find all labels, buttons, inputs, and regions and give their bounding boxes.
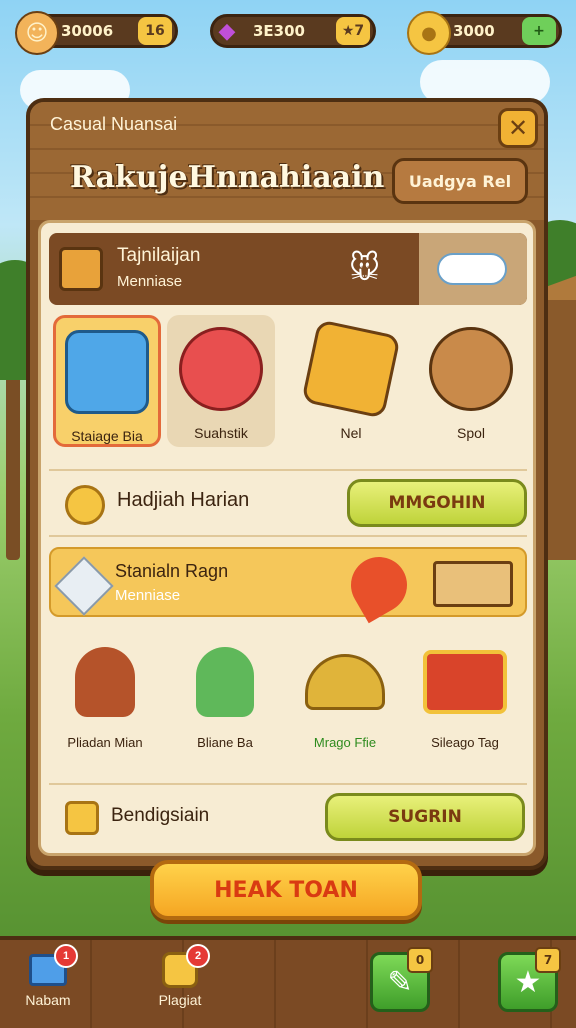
mouse-icon: 🐭: [349, 251, 381, 286]
rocket-icon: [340, 546, 418, 624]
reward-label: Pliadan Mian: [67, 735, 143, 750]
add-coins-button[interactable]: +: [522, 17, 556, 45]
home-icon: 1: [24, 944, 78, 992]
shop-item[interactable]: Nel: [297, 315, 405, 447]
banner-side: [419, 233, 527, 305]
daily-label: Hadjiah Harian: [117, 489, 250, 511]
cloud-icon: [437, 253, 507, 285]
gem-icon: ◆: [218, 18, 236, 44]
resource-avatar[interactable]: ☺ 30006 16: [15, 11, 178, 55]
favorite-button[interactable]: ★ 7: [498, 947, 561, 1012]
star-badge-icon: [54, 556, 114, 616]
resource-bar: ☺ 30006 16 ◆ 3E300 ★ 7 ● 3000 +: [0, 0, 576, 64]
reward-label: Sileago Tag: [431, 735, 499, 750]
gold-pile-icon: [302, 639, 388, 725]
reward-item[interactable]: Bliane Ba: [169, 633, 281, 773]
crate-icon: [433, 561, 513, 607]
item-label: Staiage Bia: [71, 428, 143, 444]
badge-value: 7: [354, 23, 365, 39]
item-label: Suahstik: [194, 425, 248, 441]
panel-title: RakujeHnnahiaain: [70, 160, 385, 195]
reward-item[interactable]: Mrago Ffie: [289, 633, 401, 773]
reward-item[interactable]: Sileago Tag: [409, 633, 521, 773]
button-badge: 7: [535, 947, 561, 973]
ticket-icon: [65, 801, 99, 835]
daily-claim-button[interactable]: MMGOHIN: [347, 479, 527, 527]
panel-subtitle: Casual Nuansai: [50, 114, 178, 134]
daily-row: Hadjiah Harian MMGOHIN: [49, 469, 527, 537]
button-badge: 0: [407, 947, 433, 973]
header-button[interactable]: Uadgya Rel: [392, 158, 528, 204]
banner-subtitle: Menniase: [115, 587, 181, 604]
resource-gems[interactable]: ◆ 3E300 ★ 7: [210, 14, 376, 48]
close-icon: ✕: [507, 114, 529, 142]
monkey-icon: [429, 327, 513, 411]
event-panel: Casual Nuansai ✕ RakujeHnnahiaain Uadgya…: [26, 98, 548, 870]
resource-coins[interactable]: ● 3000 +: [407, 11, 562, 55]
edit-button[interactable]: ✎ 0: [370, 947, 433, 1012]
palm-trunk: [6, 360, 20, 560]
banner-subtitle: Menniase: [117, 273, 183, 290]
coin-icon: ●: [407, 11, 451, 55]
card-icon: [301, 319, 401, 419]
reward-item[interactable]: Pliadan Mian: [49, 633, 161, 773]
banner-title: Tajnilaijan: [117, 245, 201, 266]
item-label: Nel: [340, 425, 362, 441]
monkey-coin-icon: [62, 639, 148, 725]
shop-item[interactable]: Staiage Bia: [53, 315, 161, 447]
notification-badge: 1: [54, 944, 78, 968]
nav-label: Plagiat: [158, 992, 202, 1008]
shop-item[interactable]: Suahstik: [167, 315, 275, 447]
shop-item[interactable]: Spol: [417, 315, 525, 447]
nav-home[interactable]: 1 Nabam: [12, 944, 84, 1008]
panel-content: Tajnilaijan Menniase 🐭 Staiage Bia Suahs…: [38, 220, 536, 856]
gift-box-icon: [59, 247, 103, 291]
nav-puzzle[interactable]: 2 Plagiat: [144, 944, 216, 1008]
elf-icon: [182, 639, 268, 725]
bottom-nav: 1 Nabam 2 Plagiat ✎ 0 ★ 7: [0, 936, 576, 1028]
red-orb-icon: [179, 327, 263, 411]
coin-face-icon: [65, 485, 105, 525]
resource-badge: 16: [138, 17, 172, 45]
puzzle-icon: 2: [156, 944, 210, 992]
notification-badge: 2: [186, 944, 210, 968]
nav-label: Nabam: [25, 992, 71, 1008]
collect-row: Bendigsiain SUGRIN: [49, 783, 527, 849]
reward-label: Mrago Ffie: [313, 735, 377, 750]
avatar-icon: ☺: [15, 11, 59, 55]
treasure-chest-icon: [422, 639, 508, 725]
panel-header: Casual Nuansai ✕ RakujeHnnahiaain Uadgya…: [30, 102, 544, 220]
reward-label: Bliane Ba: [197, 735, 253, 750]
resource-badge: ★ 7: [336, 17, 370, 45]
blue-gem-icon: [65, 330, 149, 414]
event-banner[interactable]: Stanialn Ragn Menniase: [49, 546, 527, 624]
star-icon: ★: [341, 23, 355, 39]
banner-title: Stanialn Ragn: [115, 561, 229, 581]
section-banner[interactable]: Tajnilaijan Menniase 🐭: [49, 233, 527, 305]
collect-button[interactable]: SUGRIN: [325, 793, 525, 841]
main-action-button[interactable]: HEAK TOAN: [150, 860, 422, 920]
close-button[interactable]: ✕: [498, 108, 538, 148]
item-label: Spol: [456, 425, 486, 441]
collect-label: Bendigsiain: [111, 805, 210, 826]
